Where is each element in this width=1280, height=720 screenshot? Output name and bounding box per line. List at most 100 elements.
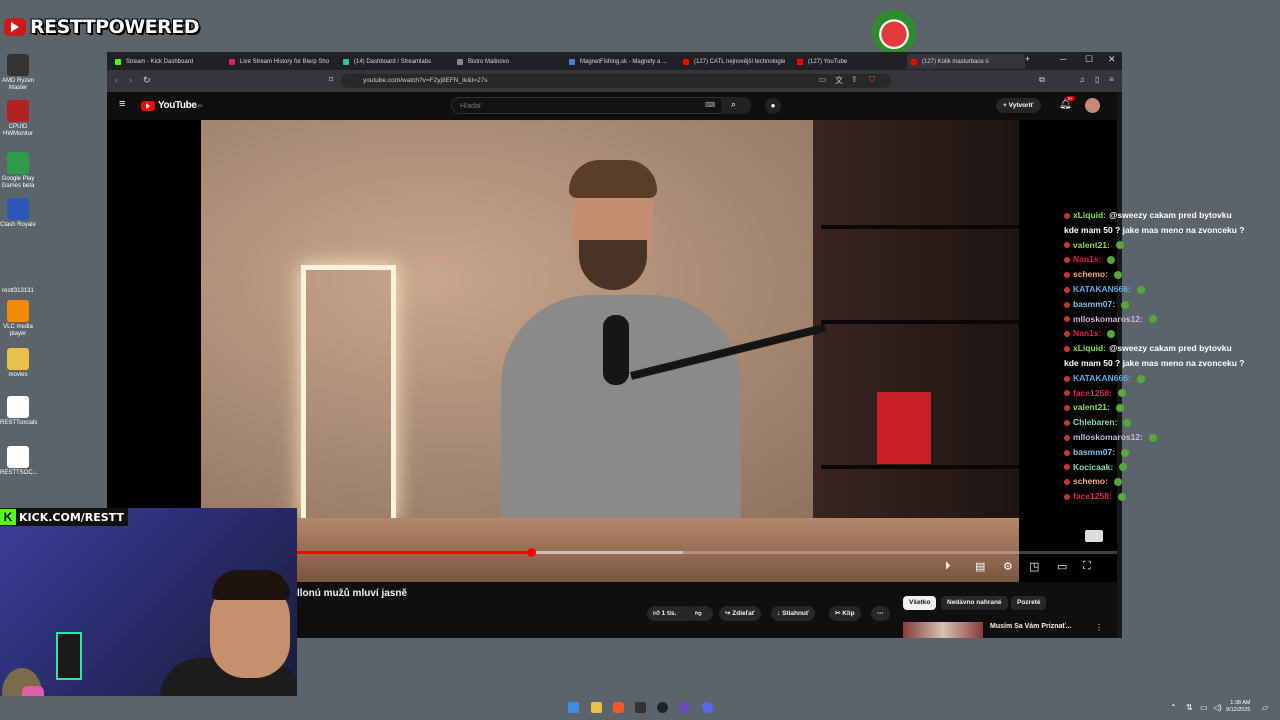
tab-label: Live Stream History for Blerp Sho xyxy=(240,58,330,65)
browser-tab[interactable]: Live Stream History for Blerp Sho xyxy=(229,54,337,69)
settings-gear-icon[interactable]: ⚙ xyxy=(1003,560,1013,573)
recommended-menu-icon[interactable]: ⋮ xyxy=(1095,623,1103,632)
shelf-board xyxy=(821,225,1019,229)
avatar[interactable] xyxy=(1085,98,1100,113)
chat-badge-icon xyxy=(1064,331,1070,338)
extensions-icon[interactable]: ⧉ xyxy=(1039,75,1045,85)
chat-emote-icon xyxy=(1117,389,1126,398)
filter-chip[interactable]: Pozreté xyxy=(1011,596,1047,610)
tab-label: (127) YouTube xyxy=(808,58,848,65)
filter-chip[interactable]: Nedávno nahrané xyxy=(941,596,1008,610)
desktop-app-icon xyxy=(7,100,29,122)
more-actions-button[interactable]: ⋯ xyxy=(871,606,890,621)
twitch-icon[interactable] xyxy=(679,702,690,713)
notifications-icon[interactable]: ▱ xyxy=(1262,703,1268,712)
dislike-button[interactable]: 👎︎ xyxy=(689,606,713,621)
sidebar-icon[interactable]: ▯ xyxy=(1095,75,1099,84)
chat-emote-icon xyxy=(1115,241,1124,250)
desktop-icon[interactable]: VLC media player xyxy=(0,300,36,338)
volume-icon[interactable]: ◁) xyxy=(1213,703,1222,712)
share-icon[interactable]: ⇪ xyxy=(851,75,858,84)
tray-chevron-icon[interactable]: ⌃ xyxy=(1170,703,1177,712)
bookmark-icon[interactable]: ⌑ xyxy=(329,75,333,84)
clip-button[interactable]: ✂ Klip xyxy=(829,606,861,621)
browser-tab[interactable]: (127) YouTube xyxy=(797,54,901,69)
chat-badge-icon xyxy=(1064,375,1070,382)
back-icon[interactable]: ‹ xyxy=(115,75,118,85)
brave-shield-icon[interactable]: ⛉ xyxy=(869,75,875,85)
tab-favicon-icon xyxy=(683,58,689,65)
chat-emote-icon xyxy=(1136,374,1145,383)
neon-lamp xyxy=(301,265,396,520)
chat-message: xLiquid: @sweezy cakam pred bytovku xyxy=(1064,343,1232,353)
browser-tab[interactable]: MagnetFishing.sk - Magnety a ... xyxy=(569,54,677,69)
monitor-icon[interactable]: ▭ xyxy=(1200,703,1208,712)
filter-chip[interactable]: Všetko xyxy=(903,596,937,610)
url-field[interactable]: youtube.com/watch?v=F2yj8EFN_Ik&t=27s xyxy=(341,74,891,88)
cast-icon[interactable]: ▭ xyxy=(819,75,827,84)
browser-tab[interactable]: Stream - Kick Dashboard xyxy=(115,54,223,69)
new-tab-button[interactable]: + xyxy=(1025,54,1030,64)
chat-message: Chlebaren: xyxy=(1064,417,1132,427)
theater-mode-icon[interactable]: ▭ xyxy=(1057,560,1067,573)
desktop-icon[interactable]: movies xyxy=(0,348,36,379)
start-menu-icon[interactable] xyxy=(568,702,579,713)
desktop-icon[interactable]: restt313131 xyxy=(0,264,36,295)
brave-browser-icon[interactable] xyxy=(613,702,624,713)
browser-tab[interactable]: (14) Dashboard / Streamlabs xyxy=(343,54,451,69)
menu-icon[interactable]: ≡ xyxy=(1109,75,1114,84)
miniplayer-icon[interactable]: ◳ xyxy=(1029,560,1039,573)
translate-icon[interactable]: 文 xyxy=(835,75,843,86)
maximize-button[interactable]: ☐ xyxy=(1085,54,1093,65)
desktop-icon[interactable]: CPUID HWMonitor xyxy=(0,100,36,138)
chat-badge-icon xyxy=(1064,493,1070,500)
desktop-icon-label: RESTTSOC... xyxy=(0,470,38,476)
notification-badge: 9+ xyxy=(1066,96,1076,101)
chat-emote-icon xyxy=(1113,478,1122,487)
tab-favicon-icon xyxy=(911,58,917,65)
hamburger-menu-icon[interactable]: ≡ xyxy=(119,98,125,110)
desktop-icon[interactable]: RESTTsocials xyxy=(0,396,37,427)
search-button[interactable]: ⌕ xyxy=(721,97,751,114)
voice-search-icon[interactable]: ● xyxy=(765,98,781,114)
browser-tab[interactable]: Bistro Malinovo xyxy=(457,54,563,69)
terminal-icon[interactable] xyxy=(635,702,646,713)
network-icon[interactable]: ⇅ xyxy=(1186,703,1193,712)
desktop-icon[interactable]: AMD Ryzen Master xyxy=(0,54,36,92)
desktop-icon[interactable]: Clash Royale xyxy=(0,198,36,229)
recommended-thumbnail[interactable] xyxy=(903,622,983,638)
chat-text: @sweezy cakam pred bytovku xyxy=(1109,210,1232,220)
discord-icon[interactable] xyxy=(702,702,713,713)
desktop-icon[interactable]: RESTTSOC... xyxy=(0,446,38,477)
subtitles-icon[interactable]: ▤ xyxy=(975,560,985,573)
clock[interactable]: 1:38 AM 9/12/2025 xyxy=(1226,700,1250,714)
desktop-icon[interactable]: Google Play Games beta xyxy=(0,152,36,190)
keyboard-icon[interactable]: ⌨ xyxy=(705,101,715,109)
chat-message: Kocicaak: xyxy=(1064,462,1128,472)
download-button[interactable]: ↓ Stiahnuť xyxy=(771,606,816,621)
reload-icon[interactable]: ↻ xyxy=(143,75,151,86)
share-button[interactable]: ↪ Zdieľať xyxy=(719,606,761,621)
media-icon[interactable]: ♫ xyxy=(1079,75,1085,84)
clock-time: 1:38 AM xyxy=(1230,700,1251,706)
chat-emote-icon xyxy=(1119,463,1128,472)
recommended-title[interactable]: Musím Sa Vám Priznať... xyxy=(990,623,1072,630)
obs-icon[interactable] xyxy=(657,702,668,713)
close-button[interactable]: ✕ xyxy=(1108,54,1116,65)
browser-tab[interactable]: (127) Kolik masturbace ú xyxy=(907,54,1025,69)
browser-tab[interactable]: (127) CATL nejnovější technologie xyxy=(683,54,791,69)
minimize-button[interactable]: ─ xyxy=(1060,54,1066,64)
chat-message: schemo: xyxy=(1064,269,1122,279)
chat-emote-icon xyxy=(1121,300,1130,309)
create-button[interactable]: + Vytvoriť xyxy=(996,98,1041,113)
fullscreen-icon[interactable]: ⛶ xyxy=(1083,560,1091,573)
chat-emote-icon xyxy=(1085,530,1103,542)
chat-username: xLiquid: xyxy=(1073,210,1107,220)
microphone xyxy=(603,315,629,385)
youtube-logo[interactable]: YouTube SK xyxy=(141,100,203,111)
file-explorer-icon[interactable] xyxy=(591,702,602,713)
tab-bar: Stream - Kick Dashboard Live Stream Histo… xyxy=(107,52,1122,70)
chat-emote-icon xyxy=(1117,492,1126,501)
forward-icon[interactable]: › xyxy=(129,75,132,85)
autoplay-toggle-icon[interactable]: ⏵ xyxy=(945,560,951,573)
